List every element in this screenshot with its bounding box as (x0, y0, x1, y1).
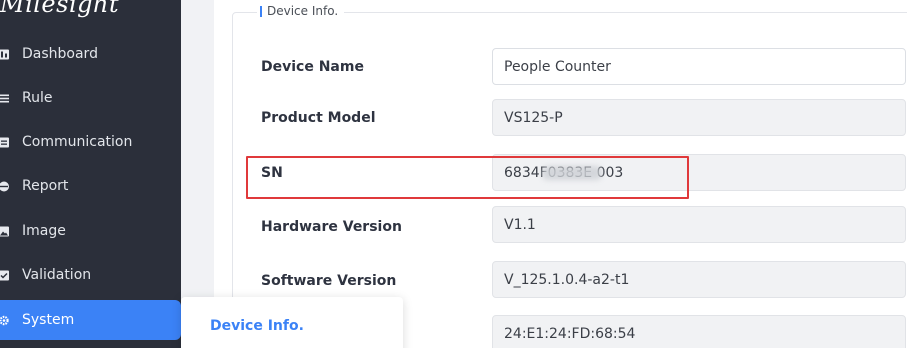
sn-label: SN (261, 165, 283, 181)
sidebar: Milesight Dashboard Rule Communication R… (0, 0, 181, 348)
software-version-value: V_125.1.0.4-a2-t1 (504, 271, 630, 288)
product-model-label: Product Model (261, 110, 376, 126)
mac-address-field: 24:E1:24:FD:68:54 (492, 315, 906, 348)
section-title: Device Info. (257, 4, 345, 18)
system-submenu: Device Info. (181, 297, 403, 348)
device-name-input[interactable]: People Counter (492, 48, 906, 85)
hardware-version-label: Hardware Version (261, 219, 402, 235)
sidebar-item-label: Communication (22, 134, 133, 150)
product-model-value: VS125-P (504, 109, 563, 126)
hardware-version-field: V1.1 (492, 206, 906, 243)
sidebar-item-label: Validation (22, 267, 92, 283)
validation-icon (0, 270, 9, 280)
mac-address-value: 24:E1:24:FD:68:54 (504, 325, 636, 342)
sidebar-item-dashboard[interactable]: Dashboard (0, 34, 181, 74)
submenu-item-device-info[interactable]: Device Info. (210, 318, 304, 334)
sidebar-item-image[interactable]: Image (0, 211, 181, 251)
sidebar-item-system[interactable]: System (0, 300, 181, 340)
section-title-text: Device Info. (267, 4, 339, 18)
sn-redaction-blur (542, 166, 602, 180)
dashboard-icon (0, 49, 9, 59)
sidebar-item-label: Report (22, 178, 69, 194)
software-version-label: Software Version (261, 273, 397, 289)
sidebar-item-label: Dashboard (22, 46, 98, 62)
sn-field: 6834F0383E 003 (492, 154, 906, 191)
sidebar-item-label: Image (22, 223, 66, 239)
device-name-value: People Counter (504, 58, 611, 75)
software-version-field: V_125.1.0.4-a2-t1 (492, 261, 906, 298)
section-title-accent (260, 5, 262, 17)
hardware-version-value: V1.1 (504, 216, 536, 233)
sidebar-item-report[interactable]: Report (0, 166, 181, 206)
report-icon (0, 181, 9, 191)
gear-icon (0, 315, 9, 325)
device-name-label: Device Name (261, 59, 364, 75)
logo: Milesight (0, 0, 120, 18)
sidebar-item-validation[interactable]: Validation (0, 255, 181, 295)
sidebar-item-rule[interactable]: Rule (0, 78, 181, 118)
product-model-field: VS125-P (492, 99, 906, 136)
sidebar-item-communication[interactable]: Communication (0, 122, 181, 162)
sidebar-item-label: System (22, 312, 75, 328)
image-icon (0, 226, 9, 236)
list-icon (0, 93, 9, 103)
sidebar-item-label: Rule (22, 90, 53, 106)
communication-icon (0, 137, 9, 147)
